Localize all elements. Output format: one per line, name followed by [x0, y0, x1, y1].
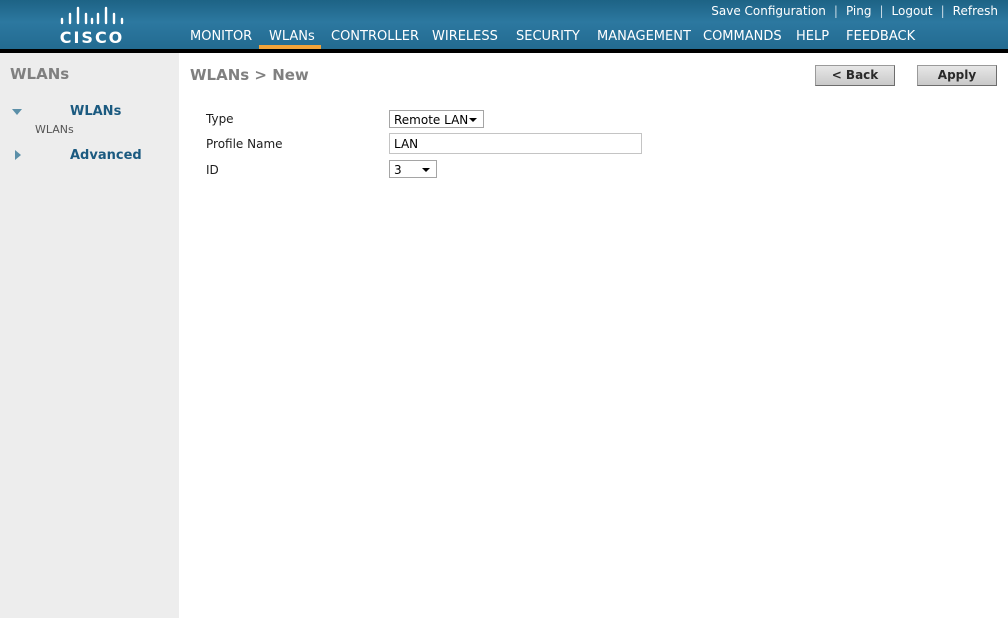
id-label: ID — [206, 163, 219, 177]
sidebar: WLANs WLANs WLANs Advanced — [0, 53, 179, 618]
nav-feedback[interactable]: FEEDBACK — [846, 29, 915, 44]
profile-name-input[interactable] — [389, 133, 642, 154]
nav-controller[interactable]: CONTROLLER — [331, 29, 419, 44]
separator: | — [940, 4, 945, 18]
expand-right-icon[interactable] — [15, 150, 21, 160]
nav-wlans[interactable]: WLANs — [269, 29, 315, 44]
back-button[interactable]: < Back — [815, 65, 895, 86]
nav-commands[interactable]: COMMANDS — [703, 29, 782, 44]
logout-link[interactable]: Logout — [892, 4, 933, 18]
cisco-logo: CISCO — [56, 6, 128, 47]
expand-down-icon[interactable] — [12, 109, 22, 115]
nav-management[interactable]: MANAGEMENT — [597, 29, 691, 44]
type-select[interactable]: Remote LAN — [389, 110, 484, 128]
dropdown-arrow-icon — [422, 168, 430, 172]
page-title: WLANs > New — [190, 66, 309, 84]
nav-security[interactable]: SECURITY — [516, 29, 580, 44]
nav-wireless[interactable]: WIRELESS — [432, 29, 498, 44]
logo-text: CISCO — [59, 28, 125, 47]
type-select-value: Remote LAN — [394, 113, 469, 127]
type-label: Type — [206, 112, 234, 126]
refresh-link[interactable]: Refresh — [953, 4, 998, 18]
nav-monitor[interactable]: MONITOR — [190, 29, 252, 44]
save-configuration-link[interactable]: Save Configuration — [711, 4, 826, 18]
sidebar-title: WLANs — [10, 65, 70, 83]
sidebar-item-wlans[interactable]: WLANs — [70, 104, 121, 119]
header-bar: CISCO Save Configuration | Ping | Logout | Ref… — [0, 0, 1008, 49]
id-select[interactable]: 3 — [389, 160, 437, 178]
separator: | — [879, 4, 884, 18]
sidebar-subitem-wlans[interactable]: WLANs — [35, 123, 74, 136]
profile-name-label: Profile Name — [206, 137, 283, 151]
ping-link[interactable]: Ping — [846, 4, 872, 18]
top-links: Save Configuration | Ping | Logout | Refresh — [711, 4, 998, 18]
apply-button[interactable]: Apply — [917, 65, 997, 86]
sidebar-item-advanced[interactable]: Advanced — [70, 148, 142, 163]
dropdown-arrow-icon — [469, 118, 477, 122]
id-select-value: 3 — [394, 163, 402, 177]
nav-help[interactable]: HELP — [796, 29, 829, 44]
separator: | — [833, 4, 838, 18]
cisco-bars-icon — [60, 6, 124, 25]
